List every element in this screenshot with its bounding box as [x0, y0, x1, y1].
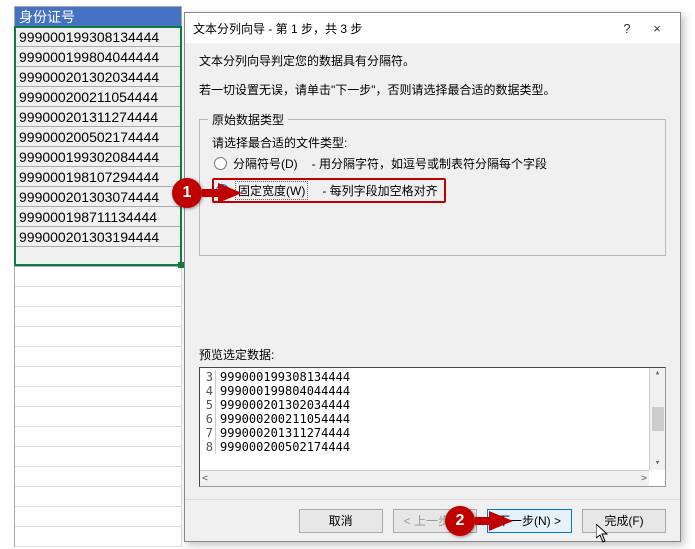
- empty-cell[interactable]: [15, 487, 182, 507]
- empty-cell[interactable]: [15, 347, 182, 367]
- empty-cell[interactable]: [15, 427, 182, 447]
- preview-row-text: 999000200502174444: [220, 440, 350, 454]
- table-row[interactable]: 999000198711134444: [15, 207, 182, 227]
- table-row[interactable]: 999000199804044444: [15, 47, 182, 67]
- empty-cell[interactable]: [15, 467, 182, 487]
- table-row[interactable]: 999000201302034444: [15, 67, 182, 87]
- radio-fixed-width-label: 固定宽度(W): [235, 181, 308, 200]
- table-row[interactable]: 999000200502174444: [15, 127, 182, 147]
- preview-box: 3999000199308134444 4999000199804044444 …: [199, 367, 666, 487]
- table-row[interactable]: 999000199302084444: [15, 147, 182, 167]
- preview-row-num: 8: [202, 440, 216, 454]
- intro-text-2: 若一切设置无误，请单击"下一步"，否则请选择最合适的数据类型。: [199, 81, 666, 100]
- preview-scroll: 3999000199308134444 4999000199804044444 …: [200, 368, 649, 470]
- table-row[interactable]: 999000201311274444: [15, 107, 182, 127]
- empty-cell[interactable]: [15, 267, 182, 287]
- option-fixed-highlight: 固定宽度(W) - 每列字段加空格对齐: [212, 178, 446, 203]
- callout-2: 2: [445, 506, 475, 536]
- table-row[interactable]: 999000201303194444: [15, 227, 182, 247]
- preview-row-num: 7: [202, 426, 216, 440]
- finish-button[interactable]: 完成(F): [582, 509, 666, 533]
- empty-cell[interactable]: [15, 307, 182, 327]
- empty-cell[interactable]: [15, 527, 182, 547]
- table-row[interactable]: 999000201303074444: [15, 187, 182, 207]
- table-row[interactable]: 999000199308134444: [15, 27, 182, 47]
- radio-delimited-label: 分隔符号(D): [233, 155, 298, 172]
- empty-cell[interactable]: [15, 507, 182, 527]
- empty-cell[interactable]: [15, 387, 182, 407]
- radio-delimited[interactable]: [214, 157, 227, 170]
- empty-cell[interactable]: [15, 287, 182, 307]
- empty-cell[interactable]: [15, 327, 182, 347]
- group-title: 原始数据类型: [208, 111, 288, 128]
- callout-1-arrowhead: [218, 183, 242, 203]
- help-button[interactable]: ?: [612, 21, 642, 36]
- radio-fixed-width-desc: - 每列字段加空格对齐: [322, 182, 437, 199]
- vertical-scrollbar[interactable]: ▴▾: [649, 368, 665, 470]
- preview-row-text: 999000199804044444: [220, 384, 350, 398]
- empty-cell[interactable]: [15, 367, 182, 387]
- close-button[interactable]: ×: [642, 21, 672, 36]
- empty-cell[interactable]: [15, 407, 182, 427]
- column-header: 身份证号: [15, 7, 182, 27]
- preview-row-text: 999000199308134444: [220, 370, 350, 384]
- intro-text-1: 文本分列向导判定您的数据具有分隔符。: [199, 52, 666, 71]
- callout-2-arrowhead: [489, 511, 513, 531]
- spreadsheet-column: 身份证号 999000199308134444 9990001998040444…: [14, 6, 182, 547]
- callout-1: 1: [172, 178, 202, 208]
- text-to-columns-dialog: 文本分列向导 - 第 1 步，共 3 步 ? × 文本分列向导判定您的数据具有分…: [184, 12, 681, 542]
- preview-row-num: 5: [202, 398, 216, 412]
- option-fixed-width[interactable]: 固定宽度(W) - 每列字段加空格对齐: [216, 181, 438, 200]
- preview-row-text: 999000201311274444: [220, 426, 350, 440]
- dialog-footer: 取消 < 上一步(B) 下一步(N) > 完成(F): [185, 499, 680, 541]
- table-row[interactable]: 999000200211054444: [15, 87, 182, 107]
- empty-cell[interactable]: [15, 447, 182, 467]
- titlebar[interactable]: 文本分列向导 - 第 1 步，共 3 步 ? ×: [185, 13, 680, 43]
- preview-row-num: 6: [202, 412, 216, 426]
- cancel-button[interactable]: 取消: [299, 509, 383, 533]
- table-row[interactable]: [15, 247, 182, 267]
- horizontal-scrollbar[interactable]: <>: [200, 470, 649, 486]
- data-type-group: 原始数据类型 请选择最合适的文件类型: 分隔符号(D) - 用分隔字符，如逗号或…: [199, 111, 666, 256]
- preview-row-text: 999000201302034444: [220, 398, 350, 412]
- option-delimited[interactable]: 分隔符号(D) - 用分隔字符，如逗号或制表符分隔每个字段: [214, 155, 657, 172]
- preview-row-text: 999000200211054444: [220, 412, 350, 426]
- radio-delimited-desc: - 用分隔字符，如逗号或制表符分隔每个字段: [312, 155, 547, 172]
- dialog-title: 文本分列向导 - 第 1 步，共 3 步: [193, 20, 612, 37]
- preview-row-num: 4: [202, 384, 216, 398]
- table-row[interactable]: 999000198107294444: [15, 167, 182, 187]
- group-hint: 请选择最合适的文件类型:: [212, 134, 657, 151]
- preview-row-num: 3: [202, 370, 216, 384]
- preview-label: 预览选定数据:: [199, 346, 666, 363]
- dialog-content: 文本分列向导判定您的数据具有分隔符。 若一切设置无误，请单击"下一步"，否则请选…: [185, 43, 680, 499]
